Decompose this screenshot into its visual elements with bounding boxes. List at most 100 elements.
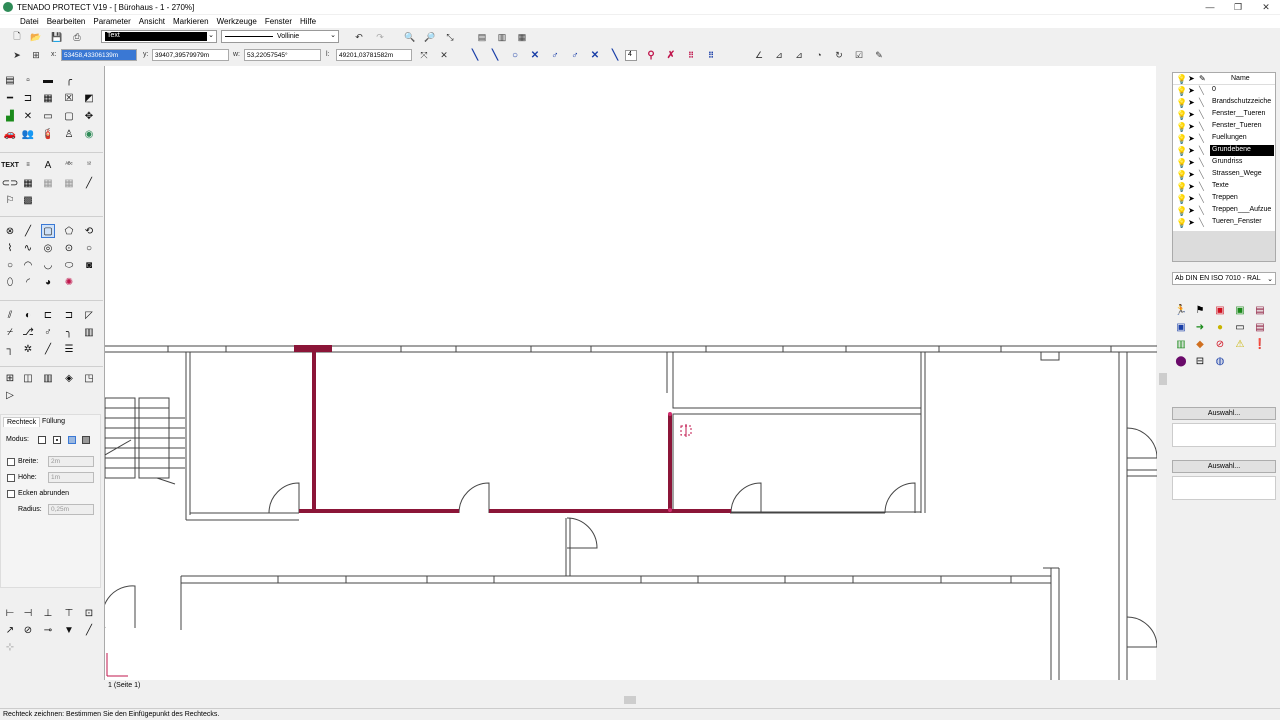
menu-werkzeuge[interactable]: Werkzeuge (213, 17, 261, 26)
width-checkbox[interactable] (7, 458, 15, 466)
measure-area-icon[interactable]: ⊿ (793, 49, 805, 61)
box-cross-icon[interactable]: ☒ (62, 91, 76, 105)
cursor-icon[interactable]: ➤ (1188, 122, 1195, 131)
snap-line-icon[interactable]: ╲ (468, 48, 482, 62)
auswahl-button-1[interactable]: Auswahl... (1172, 407, 1276, 420)
pen-icon[interactable]: ╲ (1199, 194, 1204, 203)
list-icon[interactable]: ▤ (1253, 303, 1267, 317)
array-icon[interactable]: ▥ (82, 325, 96, 339)
page-tab[interactable]: 1 (Seite 1) (104, 682, 204, 694)
prohibited-icon[interactable]: ⊘ (1213, 337, 1227, 351)
layer-row-active[interactable]: 💡 ➤ ╲ Grundebene (1173, 145, 1275, 157)
stair-icon[interactable]: ▟ (3, 109, 17, 123)
horizontal-scrollbar[interactable] (104, 695, 1156, 705)
zoom-window-icon[interactable]: 🔍 (404, 31, 416, 43)
corner-cut-icon[interactable]: ┐ (3, 342, 17, 356)
green-sign-icon[interactable]: ▥ (1174, 337, 1188, 351)
table-gray-icon[interactable]: ▦ (41, 176, 55, 190)
car-icon[interactable]: 🚗 (3, 127, 17, 141)
cursor-icon[interactable]: ➤ (1188, 206, 1195, 215)
escape-route-icon[interactable]: 🏃 (1174, 303, 1188, 317)
layer-row[interactable]: 💡 ➤ ╲ Treppen (1173, 193, 1275, 205)
length-input[interactable]: 49201,03781582m (336, 49, 412, 61)
snap-off-icon[interactable]: ✗ (664, 48, 678, 62)
pen-icon[interactable]: ╲ (1199, 182, 1204, 191)
mandatory-icon[interactable]: ❗ (1253, 337, 1267, 351)
layout-icon[interactable]: ▥ (41, 371, 55, 385)
dot-icon[interactable]: ● (1213, 320, 1227, 334)
abc-icon[interactable]: ᴬᴮᶜ (62, 158, 76, 172)
circle-icon[interactable]: ○ (82, 241, 96, 255)
open-folder-icon[interactable]: 📂 (30, 31, 42, 43)
fire-alarm-icon[interactable]: ▣ (1213, 303, 1227, 317)
exit-icon[interactable]: ▣ (1233, 303, 1247, 317)
rotate-icon[interactable]: ↻ (833, 49, 845, 61)
offset-arc-icon[interactable]: ◐ (21, 308, 35, 322)
play-icon[interactable]: ▷ (3, 388, 17, 402)
dots-icon[interactable]: ▫ (21, 73, 35, 87)
snap-center-icon[interactable]: ♂ (568, 48, 582, 62)
cursor-icon[interactable]: ➤ (1188, 74, 1195, 83)
sign-frame-icon[interactable]: ▭ (1233, 320, 1247, 334)
bulb-icon[interactable]: 💡 (1176, 218, 1187, 229)
measure-distance-icon[interactable]: ⊿ (773, 49, 785, 61)
layer-row[interactable]: 💡 ➤ ╲ Treppen___Aufzue (1173, 205, 1275, 217)
pipette-icon[interactable]: ✎ (873, 49, 885, 61)
panel-icon[interactable]: ▩ (21, 193, 35, 207)
radius-input[interactable]: 0,25m (48, 504, 94, 515)
bulb-icon[interactable]: 💡 (1176, 110, 1187, 121)
zoom-fit-icon[interactable]: ⤡ (444, 31, 456, 43)
circle-3pt-icon[interactable]: ○ (3, 258, 17, 272)
mode-filled[interactable] (82, 436, 90, 444)
multi-text-icon[interactable]: ≡ (21, 158, 35, 172)
bulb-icon[interactable]: 💡 (1176, 206, 1187, 217)
height-checkbox[interactable] (7, 474, 15, 482)
tab-rechteck[interactable]: Rechteck (3, 417, 41, 427)
layer-row[interactable]: 💡 ➤ ╲ Fenster__Tueren (1173, 109, 1275, 121)
fire-extinguisher-icon[interactable]: 🧯 (41, 127, 55, 141)
frame-icon[interactable]: ▢ (62, 109, 76, 123)
bulb-icon[interactable]: 💡 (1176, 146, 1187, 157)
eraser-icon[interactable]: ◈ (62, 371, 76, 385)
angle-input[interactable]: 53,22057545° (244, 49, 321, 61)
arc-2-icon[interactable]: ◡ (41, 258, 55, 272)
layer-stack-icon[interactable]: ▤ (476, 31, 488, 43)
bulb-icon[interactable]: 💡 (1176, 98, 1187, 109)
arc-wall-icon[interactable]: ╭ (62, 73, 76, 87)
window-icon[interactable]: ▭ (41, 109, 55, 123)
snap-count-input[interactable]: 4 (625, 50, 637, 61)
snap-circle-icon[interactable]: ○ (508, 48, 522, 62)
layer-row[interactable]: 💡 ➤ ╲ Texte (1173, 181, 1275, 193)
lines-icon[interactable]: ☰ (62, 342, 76, 356)
pen-icon[interactable]: ╲ (1199, 122, 1204, 131)
line-type-select[interactable]: Vollinie ⌄ (221, 30, 339, 43)
cursor-icon[interactable]: ➤ (1188, 182, 1195, 191)
symbol-set-select[interactable]: Ab DIN EN ISO 7010 - RAL ⌄ (1172, 272, 1276, 285)
rotate-box-icon[interactable]: ◳ (82, 371, 96, 385)
cursor-icon[interactable]: ➤ (1188, 218, 1195, 227)
snap-perpendicular-icon[interactable]: ✕ (588, 48, 602, 62)
sector-icon[interactable]: ◕ (41, 275, 55, 289)
parallel-icon[interactable]: ⫽ (3, 308, 17, 322)
pointer-icon[interactable]: ➤ (11, 49, 23, 61)
pen-icon[interactable]: ╲ (1199, 218, 1204, 227)
select-add-icon[interactable]: ⊞ (30, 49, 42, 61)
snap-magnet-icon[interactable]: ⚲ (644, 48, 658, 62)
lengthen-icon[interactable]: ╱ (41, 342, 55, 356)
save-icon[interactable]: 💾 (51, 31, 63, 43)
link-icon[interactable]: ⊂⊃ (2, 176, 19, 190)
scroll-thumb[interactable] (624, 696, 636, 704)
grid-wall-icon[interactable]: ▦ (41, 91, 55, 105)
persons-icon[interactable]: 👥 (21, 127, 35, 141)
menu-hilfe[interactable]: Hilfe (296, 17, 320, 26)
person-icon[interactable]: ♙ (62, 127, 76, 141)
snap-intersection-icon[interactable]: ✕ (528, 48, 542, 62)
pen-icon[interactable]: ╲ (1199, 206, 1204, 215)
cursor-icon[interactable]: ➤ (1188, 98, 1195, 107)
dim-level-icon[interactable]: ▼ (62, 623, 76, 637)
group-icon[interactable]: ⊞ (3, 371, 17, 385)
menu-markieren[interactable]: Markieren (169, 17, 213, 26)
diamond-icon[interactable]: ◆ (1193, 337, 1207, 351)
snap-nearest-icon[interactable]: ╲ (608, 48, 622, 62)
redo-icon[interactable]: ↷ (374, 31, 386, 43)
